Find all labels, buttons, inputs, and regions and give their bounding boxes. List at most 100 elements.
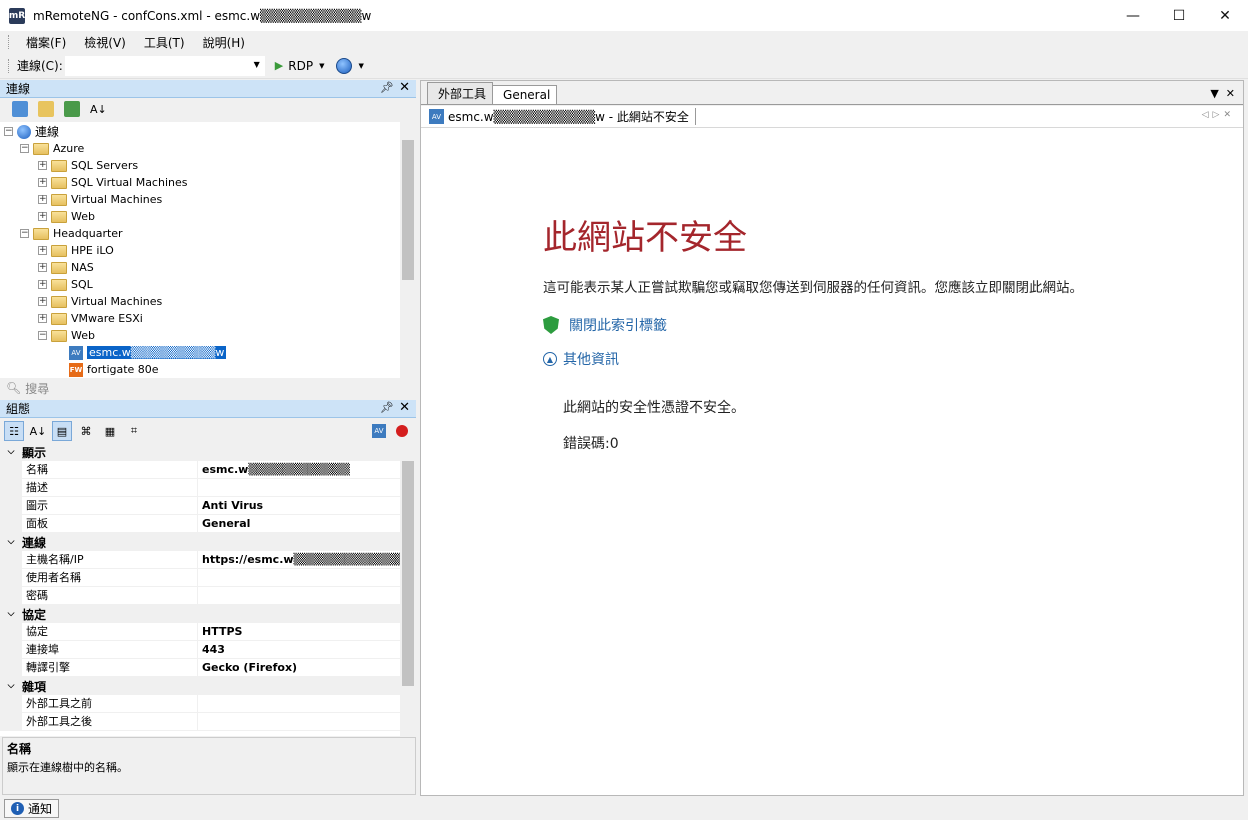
tree-node-web[interactable]: + Web: [38, 208, 95, 225]
property-row[interactable]: 面板 General: [0, 514, 416, 533]
properties-icon[interactable]: ▤: [52, 421, 72, 441]
collapse-icon[interactable]: ⌵: [0, 681, 22, 691]
tree-node-sql[interactable]: + SQL: [38, 276, 93, 293]
panel-menu-icon[interactable]: ▼ ✕: [1210, 87, 1235, 100]
scrollbar-thumb[interactable]: [402, 461, 414, 686]
globe-icon: [336, 57, 353, 74]
menu-help[interactable]: 說明(H): [194, 34, 254, 51]
pin-icon[interactable]: 📌︎: [380, 401, 394, 414]
expand-icon[interactable]: +: [38, 314, 47, 323]
inheritance-icon[interactable]: ⌘: [76, 421, 96, 441]
minimize-button[interactable]: —: [1110, 0, 1156, 31]
menu-file[interactable]: 檔案(F): [17, 34, 75, 51]
menu-view[interactable]: 檢視(V): [75, 34, 135, 51]
category-protocol[interactable]: ⌵ 協定: [0, 605, 416, 623]
property-row[interactable]: 連接埠 443: [0, 640, 416, 659]
tree-node-esmc[interactable]: AV esmc.w▒▒▒▒▒▒▒▒▒▒w: [69, 344, 227, 361]
property-row[interactable]: 描述: [0, 478, 416, 497]
property-row[interactable]: 使用者名稱: [0, 568, 416, 587]
categorized-icon[interactable]: ☷: [4, 421, 24, 441]
tree-scrollbar[interactable]: [400, 122, 416, 378]
expand-icon[interactable]: +: [38, 195, 47, 204]
collapse-icon[interactable]: −: [38, 331, 47, 340]
more-info-toggle[interactable]: ▲ 其他資訊: [543, 349, 619, 369]
property-value[interactable]: https://esmc.w▒▒▒▒▒▒▒▒▒▒▒▒▒▒: [198, 553, 412, 566]
tree-node-root[interactable]: − 連線: [4, 123, 59, 140]
expand-icon[interactable]: +: [38, 246, 47, 255]
tree-node-headquarter[interactable]: − Headquarter: [20, 225, 123, 242]
tree-node-nas[interactable]: + NAS: [38, 259, 94, 276]
property-value[interactable]: HTTPS: [198, 625, 242, 638]
tree-node-sql-servers[interactable]: + SQL Servers: [38, 157, 138, 174]
chevron-down-icon[interactable]: ▼: [254, 60, 260, 69]
collapse-icon[interactable]: ⌵: [0, 447, 22, 457]
property-row[interactable]: 協定 HTTPS: [0, 622, 416, 641]
tree-node-azure[interactable]: − Azure: [20, 140, 84, 157]
scrollbar-thumb[interactable]: [402, 140, 414, 280]
connections-search-input[interactable]: 🔍︎ 搜尋: [0, 378, 416, 398]
tree-node-sql-vms[interactable]: + SQL Virtual Machines: [38, 174, 187, 191]
status-red-icon[interactable]: [396, 425, 408, 437]
category-display[interactable]: ⌵ 顯示: [0, 443, 416, 461]
connection-tab-esmc[interactable]: AV esmc.w▒▒▒▒▒▒▒▒▒▒▒w - 此網站不安全: [429, 108, 696, 125]
expand-icon[interactable]: +: [38, 263, 47, 272]
tree-node-hq-web[interactable]: − Web: [38, 327, 95, 344]
property-value[interactable]: Anti Virus: [198, 499, 263, 512]
collapse-icon[interactable]: ⌵: [0, 609, 22, 619]
tab-external-tools[interactable]: 外部工具: [427, 82, 494, 104]
tree-node-vmware-esxi[interactable]: + VMware ESXi: [38, 310, 143, 327]
default-props-icon[interactable]: ▦: [100, 421, 120, 441]
menu-tools[interactable]: 工具(T): [135, 34, 194, 51]
tab-nav-icon[interactable]: ◁▷✕: [1202, 110, 1235, 120]
property-row[interactable]: 外部工具之前: [0, 694, 416, 713]
tree-label: SQL: [71, 278, 93, 291]
category-connection[interactable]: ⌵ 連線: [0, 533, 416, 551]
close-tab-link[interactable]: 關閉此索引標籤: [543, 315, 667, 335]
property-row[interactable]: 主機名稱/IP https://esmc.w▒▒▒▒▒▒▒▒▒▒▒▒▒▒: [0, 550, 416, 569]
expand-icon[interactable]: +: [38, 212, 47, 221]
collapse-icon[interactable]: −: [4, 127, 13, 136]
title-bar: mR mRemoteNG - confCons.xml - esmc.w▒▒▒▒…: [0, 0, 1248, 31]
tree-node-hq-virtual-machines[interactable]: + Virtual Machines: [38, 293, 162, 310]
expand-icon[interactable]: +: [38, 178, 47, 187]
property-row[interactable]: 名稱 esmc.w▒▒▒▒▒▒▒▒▒▒▒▒: [0, 460, 416, 479]
default-inheritance-icon[interactable]: ⌗: [124, 421, 144, 441]
expand-icon[interactable]: +: [38, 297, 47, 306]
tree-node-virtual-machines[interactable]: + Virtual Machines: [38, 191, 162, 208]
collapse-icon[interactable]: −: [20, 229, 29, 238]
notifications-tab[interactable]: i 通知: [4, 799, 60, 818]
external-tools-button[interactable]: ▼: [336, 57, 364, 74]
property-row[interactable]: 圖示 Anti Virus: [0, 496, 416, 515]
sort-az-icon[interactable]: A↓: [90, 103, 107, 116]
category-misc[interactable]: ⌵ 雜項: [0, 677, 416, 695]
pin-icon[interactable]: 📌︎: [380, 81, 394, 94]
property-value[interactable]: Gecko (Firefox): [198, 661, 297, 674]
new-folder-icon[interactable]: [38, 101, 54, 117]
antivirus-icon[interactable]: AV: [372, 424, 386, 438]
collapse-icon[interactable]: −: [20, 144, 29, 153]
expand-icon[interactable]: +: [38, 280, 47, 289]
expand-icon[interactable]: +: [38, 161, 47, 170]
property-grid-scrollbar[interactable]: [400, 443, 416, 736]
tab-general[interactable]: General: [492, 85, 558, 104]
quick-connect-combo[interactable]: ▼: [64, 55, 265, 76]
new-connection-icon[interactable]: [12, 101, 28, 117]
app-icon: mR: [9, 7, 25, 24]
close-icon[interactable]: ✕: [399, 80, 410, 95]
property-value[interactable]: General: [198, 517, 250, 530]
collapse-icon[interactable]: ⌵: [0, 537, 22, 547]
protocol-dropdown-button[interactable]: ▶ RDP ▼: [275, 59, 325, 73]
property-row[interactable]: 密碼: [0, 586, 416, 605]
tree-node-fortigate[interactable]: FW fortigate 80e: [69, 361, 159, 378]
property-row[interactable]: 外部工具之後: [0, 712, 416, 731]
property-value[interactable]: 443: [198, 643, 225, 656]
expand-all-icon[interactable]: [64, 101, 80, 117]
property-value[interactable]: esmc.w▒▒▒▒▒▒▒▒▒▒▒▒: [198, 463, 350, 476]
sort-az-icon[interactable]: A↓: [28, 421, 48, 441]
tree-node-hpe-ilo[interactable]: + HPE iLO: [38, 242, 114, 259]
close-window-button[interactable]: ✕: [1202, 0, 1248, 31]
property-row[interactable]: 轉譯引擎 Gecko (Firefox): [0, 658, 416, 677]
maximize-button[interactable]: ☐: [1156, 0, 1202, 31]
error-code: 錯誤碼:0: [563, 436, 619, 452]
close-icon[interactable]: ✕: [399, 400, 410, 415]
